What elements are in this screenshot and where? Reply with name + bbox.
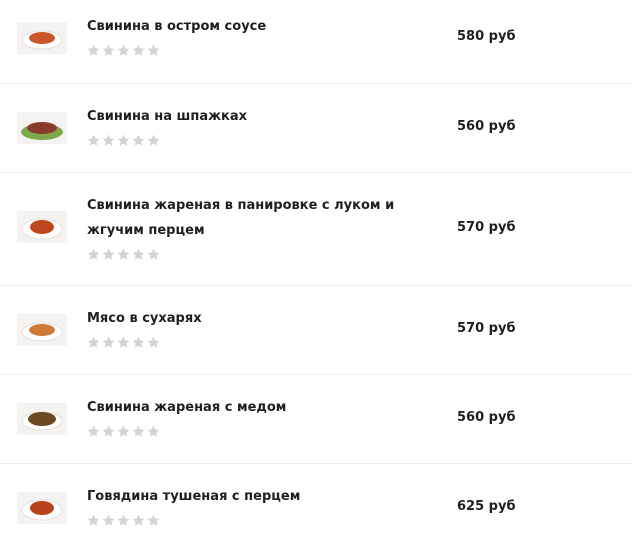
star-icon[interactable] [117, 44, 130, 57]
dish-price: 560 руб [457, 119, 516, 134]
star-icon[interactable] [87, 134, 100, 147]
star-icon[interactable] [87, 336, 100, 349]
list-item[interactable]: Свинина в остром соусе 580 руб [0, 0, 632, 83]
star-icon[interactable] [102, 134, 115, 147]
rating-stars[interactable] [87, 514, 160, 528]
dish-price: 625 руб [457, 499, 516, 514]
star-icon[interactable] [117, 425, 130, 438]
list-item[interactable]: Свинина жареная в панировке с луком и жг… [0, 172, 632, 286]
star-icon[interactable] [87, 248, 100, 261]
dish-name[interactable]: Говядина тушеная с перцем [87, 484, 447, 509]
star-icon[interactable] [87, 514, 100, 527]
star-icon[interactable] [147, 425, 160, 438]
star-icon[interactable] [147, 248, 160, 261]
list-item[interactable]: Свинина жареная с медом 560 руб [0, 374, 632, 464]
dish-plate-icon [21, 218, 63, 240]
star-icon[interactable] [132, 134, 145, 147]
dish-name[interactable]: Мясо в сухарях [87, 306, 447, 331]
star-icon[interactable] [102, 514, 115, 527]
dish-price: 560 руб [457, 410, 516, 425]
dish-name[interactable]: Свинина на шпажках [87, 104, 447, 129]
dish-image[interactable] [17, 492, 67, 524]
dish-name[interactable]: Свинина жареная с медом [87, 395, 447, 420]
dish-image[interactable] [17, 22, 67, 54]
star-icon[interactable] [87, 44, 100, 57]
dish-price: 580 руб [457, 29, 516, 44]
star-icon[interactable] [147, 44, 160, 57]
star-icon[interactable] [117, 248, 130, 261]
list-item[interactable]: Мясо в сухарях 570 руб [0, 285, 632, 375]
star-icon[interactable] [132, 514, 145, 527]
star-icon[interactable] [147, 514, 160, 527]
dish-image[interactable] [17, 403, 67, 435]
star-icon[interactable] [102, 425, 115, 438]
star-icon[interactable] [87, 425, 100, 438]
star-icon[interactable] [147, 336, 160, 349]
list-item[interactable]: Говядина тушеная с перцем 625 руб [0, 463, 632, 544]
dish-plate-icon [21, 411, 63, 431]
dish-image[interactable] [17, 112, 67, 144]
dish-name[interactable]: Свинина в остром соусе [87, 14, 447, 39]
rating-stars[interactable] [87, 134, 160, 148]
star-icon[interactable] [132, 336, 145, 349]
rating-stars[interactable] [87, 248, 160, 262]
star-icon[interactable] [132, 425, 145, 438]
dish-plate-icon [21, 499, 63, 521]
star-icon[interactable] [117, 134, 130, 147]
dish-plate-icon [21, 122, 63, 140]
star-icon[interactable] [132, 248, 145, 261]
rating-stars[interactable] [87, 336, 160, 350]
star-icon[interactable] [147, 134, 160, 147]
star-icon[interactable] [117, 514, 130, 527]
dish-name[interactable]: Свинина жареная в панировке с луком и жг… [87, 193, 447, 243]
list-item[interactable]: Свинина на шпажках 560 руб [0, 83, 632, 173]
dish-plate-icon [21, 30, 63, 50]
rating-stars[interactable] [87, 425, 160, 439]
star-icon[interactable] [102, 248, 115, 261]
star-icon[interactable] [132, 44, 145, 57]
dish-price: 570 руб [457, 220, 516, 235]
star-icon[interactable] [102, 44, 115, 57]
star-icon[interactable] [117, 336, 130, 349]
dish-price: 570 руб [457, 321, 516, 336]
dish-plate-icon [21, 322, 63, 342]
star-icon[interactable] [102, 336, 115, 349]
dish-image[interactable] [17, 211, 67, 243]
dish-image[interactable] [17, 314, 67, 346]
rating-stars[interactable] [87, 44, 160, 58]
